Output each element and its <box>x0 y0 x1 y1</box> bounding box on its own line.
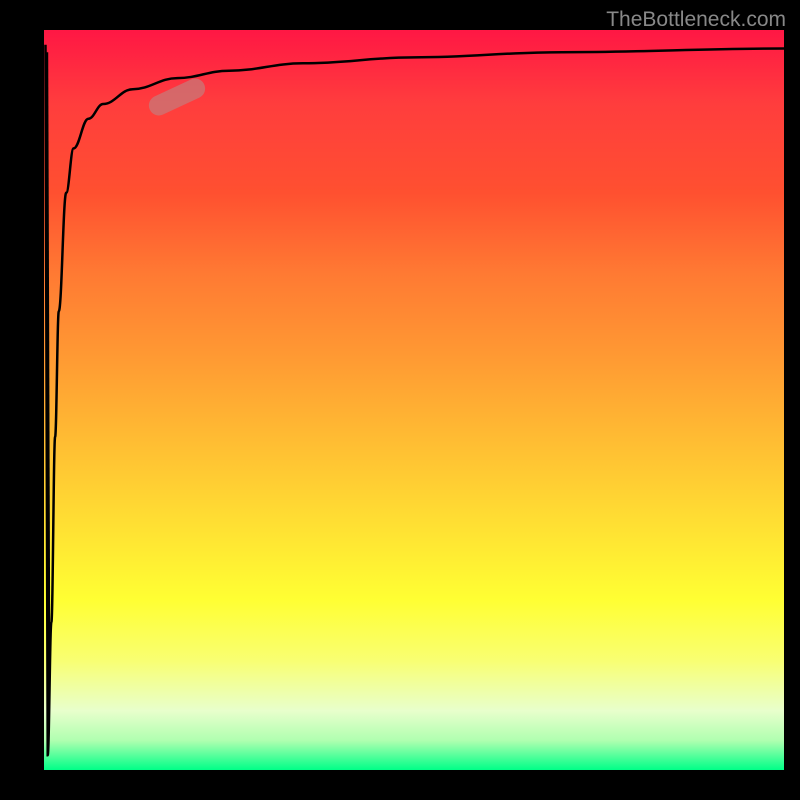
chart-curve <box>44 30 784 770</box>
watermark-text: TheBottleneck.com <box>606 8 786 32</box>
